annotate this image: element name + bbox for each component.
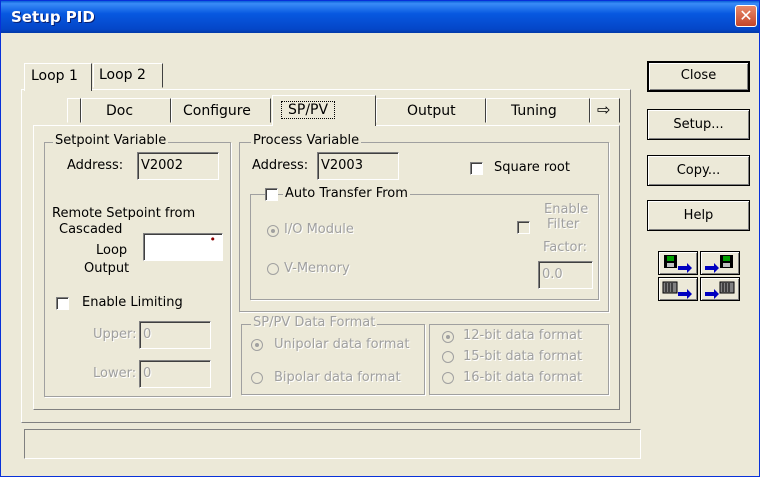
tab-doc[interactable]: Doc (81, 98, 171, 123)
plc-load-icon (705, 281, 735, 299)
filter-factor-value: 0.0 (542, 267, 563, 282)
load-from-disk-button[interactable] (700, 251, 740, 275)
auto-transfer-checkbox[interactable] (265, 188, 278, 201)
help-button[interactable]: Help (647, 200, 750, 231)
tab-loop-1[interactable]: Loop 1 (24, 63, 92, 91)
tab-loop-2-label: Loop 2 (99, 67, 146, 83)
tab-sp-pv-label: SP/PV (281, 101, 336, 119)
tab-scroll-right[interactable]: ⇨ (590, 98, 620, 123)
enable-limiting-checkbox[interactable] (56, 297, 69, 310)
remote-setpoint-input[interactable]: • (143, 233, 223, 261)
v-memory-radio[interactable] (267, 263, 279, 275)
process-variable-label: Process Variable (251, 133, 362, 148)
io-module-label: I/O Module (284, 222, 354, 237)
required-dot-icon: • (209, 233, 217, 246)
upper-field[interactable]: 0 (139, 321, 211, 349)
status-bar (24, 429, 641, 459)
v-memory-label: V-Memory (284, 261, 350, 276)
tab-configure[interactable]: Configure (171, 98, 271, 123)
process-address-label: Address: (252, 158, 309, 173)
bit12-radio[interactable] (442, 331, 454, 343)
tab-sp-pv[interactable]: SP/PV (272, 95, 376, 126)
enable-filter-label-3: Factor: (543, 240, 587, 255)
plc-save-icon (662, 281, 692, 299)
setup-button[interactable]: Setup... (647, 109, 750, 140)
process-address-field: V2003 (317, 152, 399, 180)
auto-transfer-label: Auto Transfer From (283, 186, 410, 201)
title-bar[interactable]: Setup PID ✕ (1, 1, 759, 33)
lower-field[interactable]: 0 (139, 360, 211, 388)
bipolar-radio[interactable] (251, 372, 263, 384)
bipolar-label: Bipolar data format (274, 370, 401, 385)
setpoint-variable-group (44, 142, 231, 397)
save-to-plc-button[interactable] (658, 277, 698, 301)
square-root-checkbox[interactable] (470, 162, 483, 175)
load-from-plc-button[interactable] (700, 277, 740, 301)
disk-save-icon (664, 255, 692, 273)
tab-doc-label: Doc (106, 103, 134, 119)
tab-output-label: Output (407, 103, 456, 119)
data-format-label: SP/PV Data Format (251, 315, 378, 330)
tab-blank[interactable] (67, 98, 81, 123)
remote-setpoint-label-4: Output (84, 261, 130, 276)
unipolar-label: Unipolar data format (274, 337, 410, 352)
remote-setpoint-label-2: Cascaded (59, 222, 123, 237)
bit16-radio[interactable] (442, 372, 454, 384)
setpoint-variable-label: Setpoint Variable (53, 133, 169, 148)
io-module-radio[interactable] (267, 225, 279, 237)
upper-label: Upper: (93, 327, 137, 342)
remote-setpoint-label-1: Remote Setpoint from (52, 206, 196, 221)
enable-filter-checkbox[interactable] (517, 221, 530, 234)
setpoint-address-label: Address: (67, 158, 124, 173)
upper-value: 0 (143, 327, 152, 342)
setup-pid-window: Setup PID ✕ Loop 1 Loop 2 Doc Configure … (0, 0, 760, 477)
enable-filter-label-1: Enable (544, 202, 589, 217)
tab-loop-1-label: Loop 1 (31, 68, 78, 84)
enable-limiting-label: Enable Limiting (82, 295, 183, 310)
bit15-radio[interactable] (442, 351, 454, 363)
arrow-right-icon: ⇨ (597, 100, 611, 119)
bit15-label: 15-bit data format (463, 349, 583, 364)
process-address-value: V2003 (321, 158, 363, 173)
close-button[interactable]: Close (647, 61, 750, 92)
lower-label: Lower: (93, 366, 137, 381)
tab-output[interactable]: Output (376, 98, 486, 123)
tab-tuning[interactable]: Tuning (486, 98, 590, 123)
unipolar-radio[interactable] (251, 339, 263, 351)
window-close-icon[interactable]: ✕ (735, 5, 757, 27)
copy-button[interactable]: Copy... (647, 155, 750, 186)
setpoint-address-value: V2002 (141, 158, 183, 173)
tab-configure-label: Configure (183, 103, 251, 119)
save-to-disk-button[interactable] (658, 251, 698, 275)
setpoint-address-field: V2002 (137, 152, 219, 180)
window-title: Setup PID (11, 8, 95, 26)
remote-setpoint-label-3: Loop (96, 243, 128, 258)
bit12-label: 12-bit data format (463, 328, 583, 343)
tab-loop-2[interactable]: Loop 2 (93, 63, 163, 88)
tab-tuning-label: Tuning (511, 103, 557, 119)
square-root-label: Square root (494, 160, 570, 175)
bit16-label: 16-bit data format (463, 370, 583, 385)
enable-filter-label-2: Filter (547, 217, 580, 232)
filter-factor-field[interactable]: 0.0 (538, 261, 593, 289)
disk-load-icon (705, 255, 733, 273)
lower-value: 0 (143, 366, 152, 381)
